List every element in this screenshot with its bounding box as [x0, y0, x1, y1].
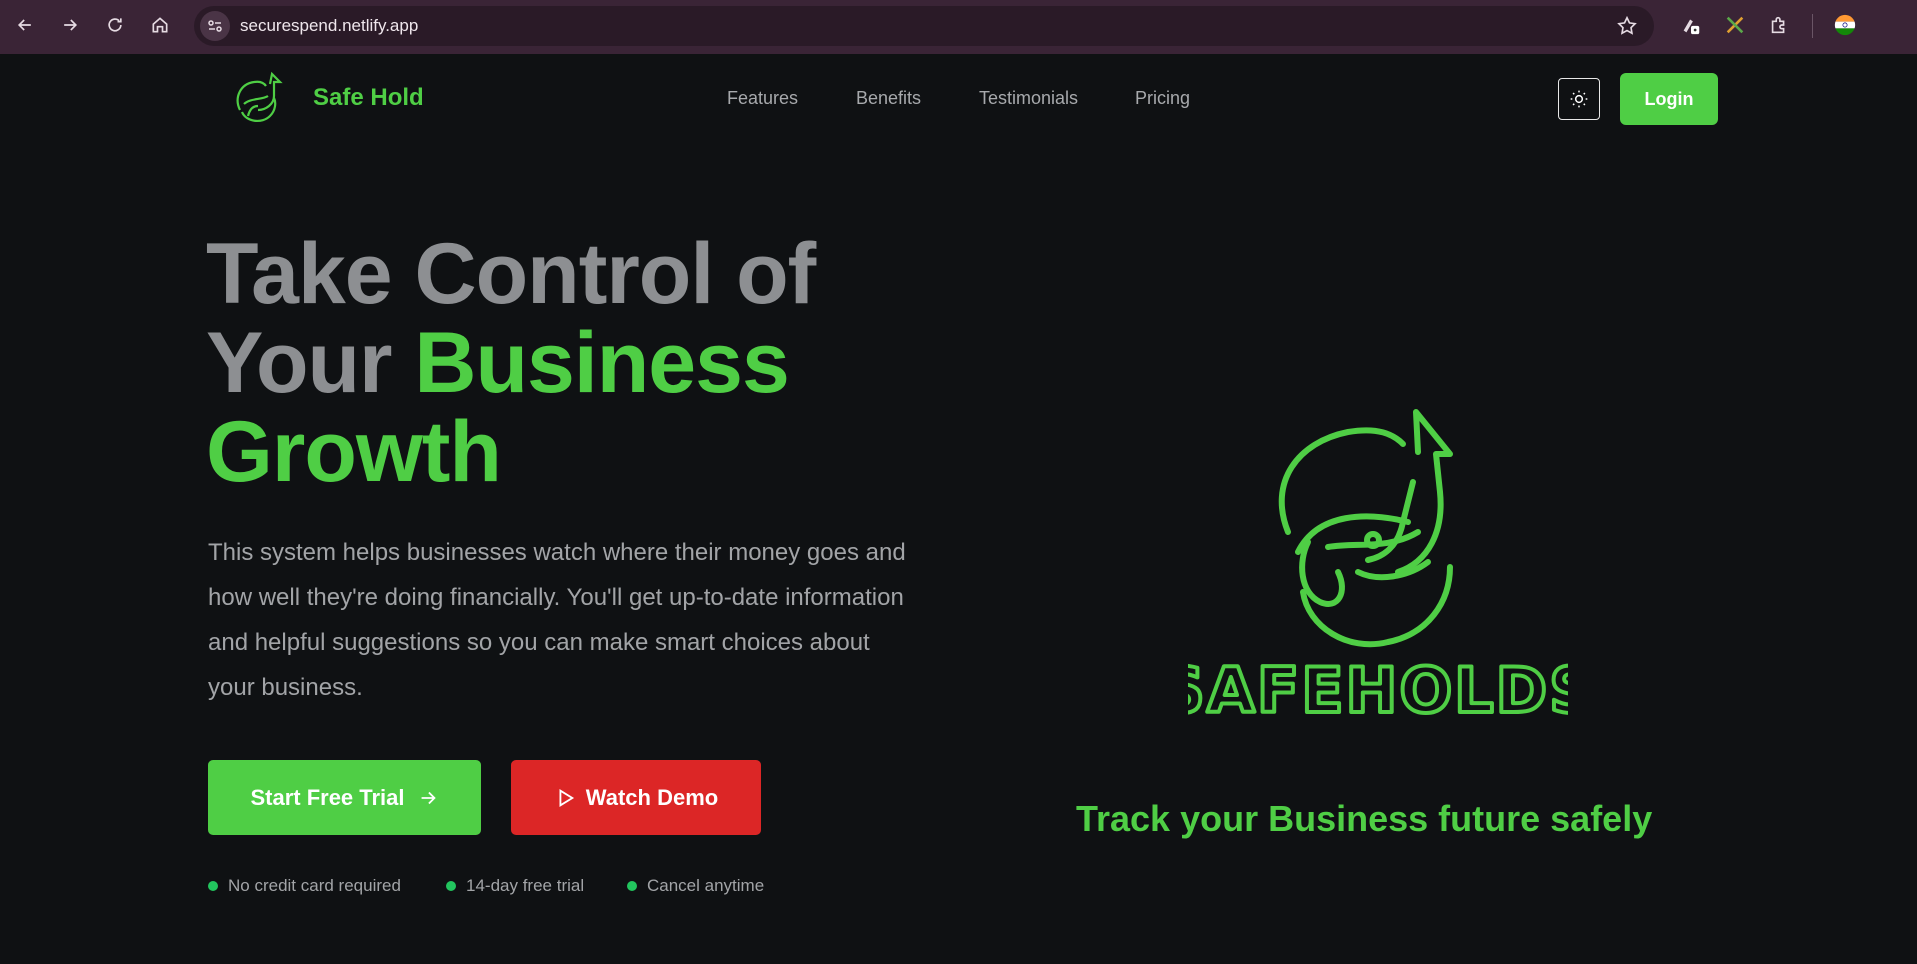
nav-pricing[interactable]: Pricing: [1135, 88, 1190, 109]
perk-label: 14-day free trial: [466, 876, 585, 895]
perk-label: Cancel anytime: [647, 876, 765, 895]
puzzle-icon[interactable]: [1766, 12, 1792, 38]
brand-logo-icon[interactable]: [228, 70, 288, 130]
brand-name[interactable]: Safe Hold: [313, 84, 424, 112]
nav-features[interactable]: Features: [727, 88, 798, 109]
bookmark-star-icon[interactable]: [1616, 15, 1638, 37]
nav-benefits[interactable]: Benefits: [856, 88, 921, 109]
hero-description: This system helps businesses watch where…: [208, 539, 906, 701]
arrow-right-icon: [421, 791, 436, 804]
hero-title-line2: Your: [206, 315, 415, 411]
start-free-trial-button[interactable]: Start Free Trial: [208, 760, 481, 835]
nav-testimonials[interactable]: Testimonials: [979, 88, 1078, 109]
url-text[interactable]: securespend.netlify.app: [240, 16, 418, 36]
login-button[interactable]: Login: [1620, 73, 1718, 125]
browser-toolbar: securespend.netlify.app: [0, 0, 1917, 54]
hero-title: Take Control of Your Business Growth: [206, 230, 926, 497]
address-bar[interactable]: securespend.netlify.app: [194, 6, 1654, 46]
safeholds-logo: SAFEHOLDS: [1188, 409, 1568, 729]
perk-cancel-anytime: Cancel anytime: [627, 876, 764, 896]
watch-demo-button[interactable]: Watch Demo: [511, 760, 761, 835]
perk-label: No credit card required: [228, 876, 401, 895]
safeholds-logo-text: SAFEHOLDS: [1188, 654, 1568, 727]
hero-title-line1: Take Control of: [206, 226, 816, 322]
forward-icon[interactable]: [55, 10, 85, 40]
site-header: Safe Hold Features Benefits Testimonials…: [0, 54, 1917, 144]
site-info-icon[interactable]: [200, 11, 230, 41]
reload-icon[interactable]: [100, 10, 130, 40]
toolbar-divider: [1812, 14, 1813, 38]
green-dot-icon: [627, 881, 637, 891]
theme-toggle-button[interactable]: [1558, 78, 1600, 120]
green-dot-icon: [208, 881, 218, 891]
hero-title-accent-growth: Growth: [206, 404, 502, 500]
hero-tagline: Track your Business future safely: [1076, 798, 1653, 839]
perk-no-credit-card: No credit card required: [208, 876, 401, 896]
profile-avatar[interactable]: [1832, 12, 1858, 38]
pencil-extension-icon[interactable]: [1722, 12, 1748, 38]
page: Safe Hold Features Benefits Testimonials…: [0, 54, 1917, 964]
hero-title-accent-business: Business: [414, 315, 789, 411]
perk-free-trial: 14-day free trial: [446, 876, 584, 896]
sun-icon: [1570, 90, 1588, 108]
green-dot-icon: [446, 881, 456, 891]
home-icon[interactable]: [145, 10, 175, 40]
start-free-trial-label: Start Free Trial: [250, 784, 405, 810]
play-icon: [559, 788, 574, 807]
watch-demo-label: Watch Demo: [585, 784, 719, 810]
extension-icon[interactable]: [1678, 12, 1704, 38]
back-icon[interactable]: [10, 10, 40, 40]
